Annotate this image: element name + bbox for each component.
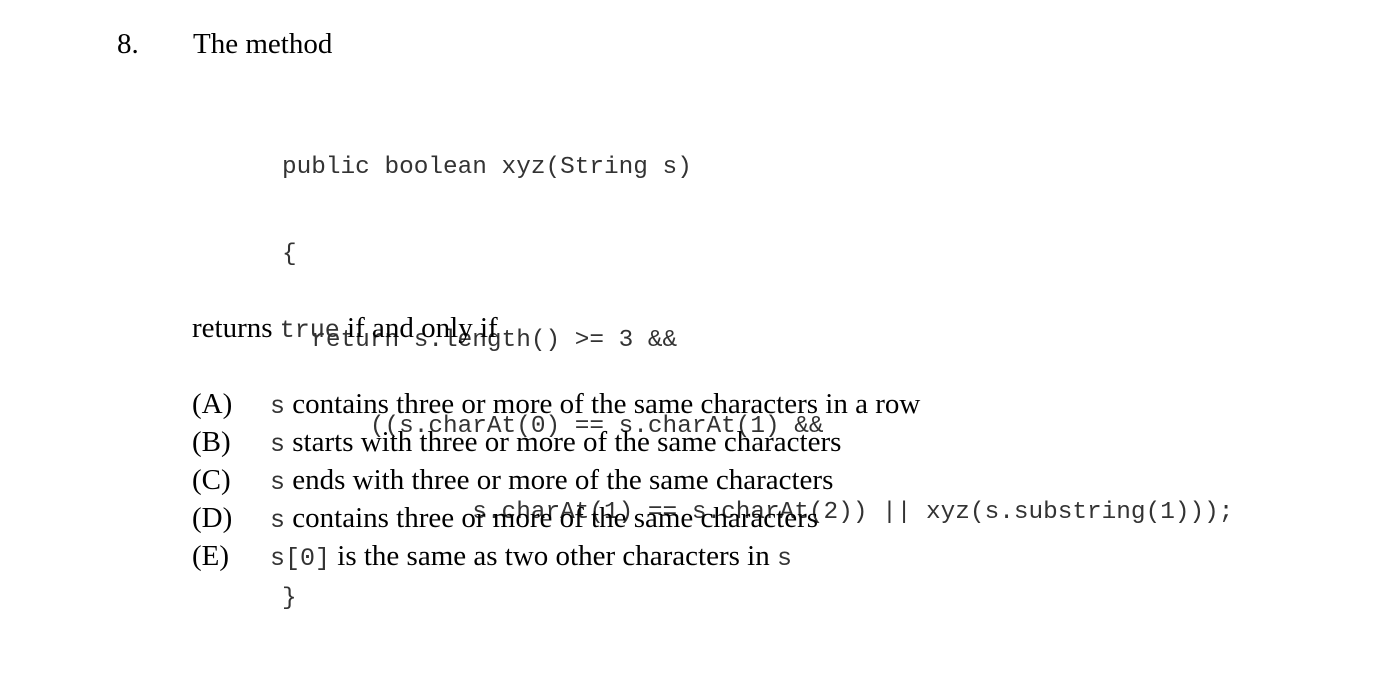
choice-code: s [270,506,286,535]
question-intro: The method [193,28,333,60]
choice-letter: (D) [192,502,233,534]
code-line: public boolean xyz(String s) [282,154,692,182]
answer-choice-d: (D) s contains three or more of the same… [192,500,818,538]
choice-letter: (E) [192,540,230,572]
code-line: } [282,584,297,612]
code-line: { [282,240,297,268]
choice-text: s[0] is the same as two other characters… [270,538,792,577]
choice-text: s ends with three or more of the same ch… [270,462,833,501]
choice-code: s [270,392,286,421]
choice-code: s [270,430,286,459]
choice-text: s starts with three or more of the same … [270,424,841,463]
stem-code: true [279,316,340,345]
answer-choice-a: (A) s contains three or more of the same… [192,386,920,424]
question-number: 8. [117,28,139,60]
choice-code: s [270,468,286,497]
choice-body: contains three or more of the same chara… [285,388,921,420]
choice-letter: (A) [192,388,233,420]
choice-code: s[0] [270,544,331,573]
choice-code-trailing: s [776,544,792,573]
answer-choice-c: (C) s ends with three or more of the sam… [192,462,833,500]
choice-body: starts with three or more of the same ch… [285,426,842,458]
answer-choice-b: (B) s starts with three or more of the s… [192,424,841,462]
choice-text: s contains three or more of the same cha… [270,500,818,539]
stem-prefix: returns [192,312,280,344]
choice-body: ends with three or more of the same char… [285,464,834,496]
choice-letter: (C) [192,464,231,496]
stem-suffix: if and only if [339,312,498,344]
question-stem: returns true if and only if [192,310,498,349]
choice-body: contains three or more of the same chara… [285,502,819,534]
answer-choice-e: (E) s[0] is the same as two other charac… [192,538,792,576]
choice-text: s contains three or more of the same cha… [270,386,920,425]
answer-choices: (A) s contains three or more of the same… [192,386,920,576]
choice-letter: (B) [192,426,231,458]
choice-body: is the same as two other characters in [330,540,777,572]
